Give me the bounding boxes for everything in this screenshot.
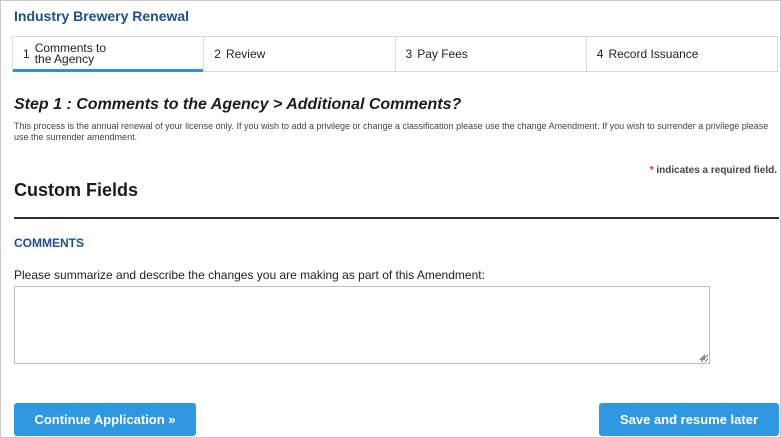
comments-field-label: Please summarize and describe the change… [14, 268, 485, 282]
continue-application-button[interactable]: Continue Application » [14, 403, 196, 436]
step-heading: Step 1 : Comments to the Agency > Additi… [14, 96, 462, 113]
step-1-comments[interactable]: 1 Comments to the Agency [13, 37, 205, 72]
step-tracker: 1 Comments to the Agency 2 Review 3 Pay … [12, 36, 778, 72]
comments-textarea[interactable] [14, 286, 710, 364]
step-label: Record Issuance [608, 46, 699, 61]
resize-grip-icon[interactable]: ◢ [699, 353, 707, 361]
step-description: This process is the annual renewal of yo… [14, 121, 769, 142]
step-label: Comments to the Agency [34, 41, 107, 66]
step-label: Pay Fees [417, 46, 468, 61]
step-number: 2 [214, 47, 221, 61]
record-title: Industry Brewery Renewal [14, 8, 190, 24]
step-3-pay-fees[interactable]: 3 Pay Fees [396, 37, 587, 71]
required-text: indicates a required field. [653, 165, 777, 176]
step-label: Review [225, 46, 266, 61]
section-divider [14, 217, 779, 219]
step-number: 4 [596, 47, 604, 61]
step-number: 3 [405, 47, 413, 61]
step-2-review[interactable]: 2 Review [204, 37, 396, 71]
step-4-record-issuance[interactable]: 4 Record Issuance [587, 37, 777, 71]
subsection-title: COMMENTS [14, 236, 84, 250]
save-and-resume-later-button[interactable]: Save and resume later [599, 403, 779, 436]
required-field-note: * indicates a required field. [650, 165, 777, 176]
step-number: 1 [23, 47, 30, 61]
section-title: Custom Fields [14, 180, 139, 200]
